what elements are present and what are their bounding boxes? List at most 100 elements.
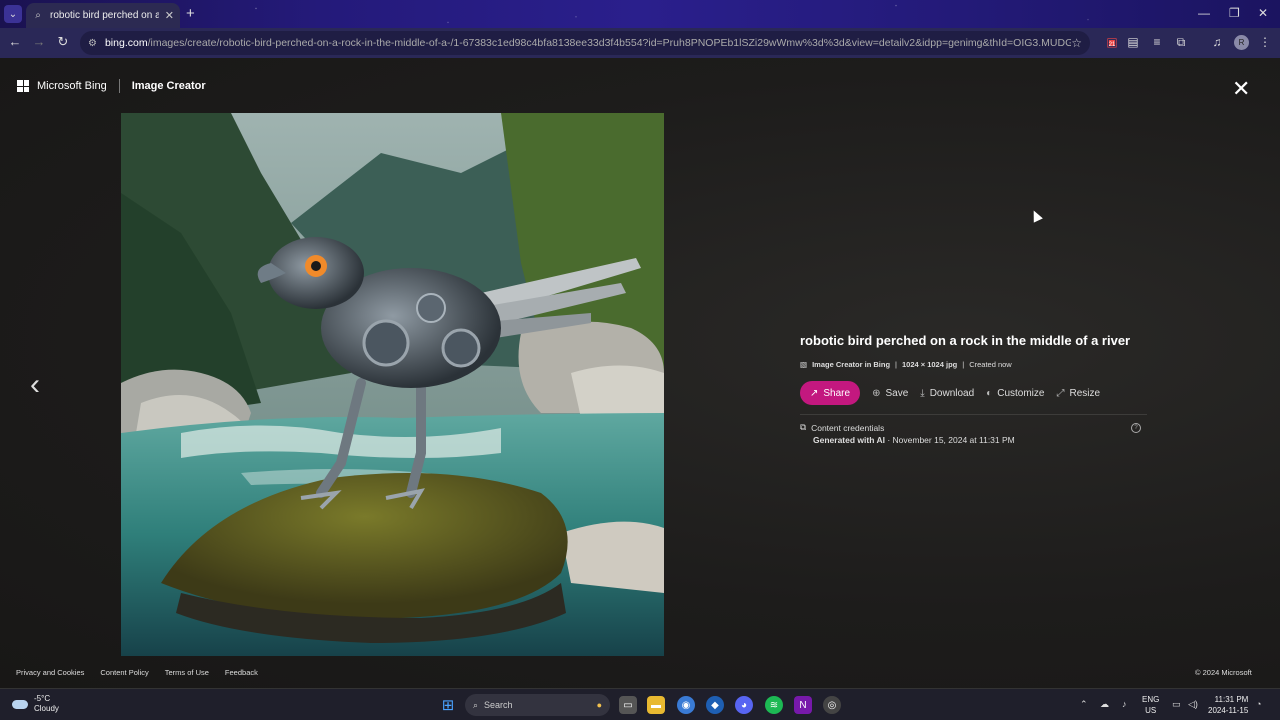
image-meta: ▧ Image Creator in Bing | 1024 × 1024 jp… bbox=[800, 360, 1147, 369]
onedrive-icon[interactable]: ☁ bbox=[1100, 699, 1109, 710]
meta-separator: | bbox=[895, 360, 897, 369]
media-icon[interactable]: ▤ bbox=[1125, 35, 1141, 49]
search-icon: ⌕ bbox=[35, 10, 41, 21]
footer-link-privacy[interactable]: Privacy and Cookies bbox=[16, 668, 84, 677]
notification-bell-icon[interactable]: ◔ bbox=[1256, 699, 1261, 709]
site-info-icon[interactable]: ⚙ bbox=[88, 38, 97, 49]
close-detail-icon[interactable]: ✕ bbox=[1232, 76, 1250, 102]
customize-button[interactable]: ◐ Customize bbox=[986, 388, 1044, 399]
browser-titlebar: ⌄ ⌕ robotic bird perched on a rock ✕ + —… bbox=[0, 0, 1280, 28]
maximize-button[interactable]: ❐ bbox=[1229, 6, 1240, 20]
spotify-icon[interactable]: ≋ bbox=[765, 696, 783, 714]
cloud-icon bbox=[12, 699, 28, 709]
help-question-icon[interactable]: ? bbox=[1131, 423, 1141, 433]
menu-kebab-icon[interactable]: ⋮ bbox=[1257, 35, 1273, 49]
credentials-icon: ⧉ bbox=[800, 422, 807, 432]
task-view-icon[interactable]: ▭ bbox=[619, 696, 637, 714]
search-highlight-icon: ● bbox=[596, 700, 602, 710]
weather-widget[interactable]: -5°C Cloudy bbox=[12, 694, 59, 714]
share-button[interactable]: ↗ Share bbox=[800, 381, 861, 405]
credentials-heading: Content credentials bbox=[811, 422, 885, 433]
brand-header: Microsoft Bing Image Creator bbox=[17, 79, 206, 93]
media-control-icon[interactable]: ♫ bbox=[1209, 35, 1225, 49]
resize-button[interactable]: ⤢ Resize bbox=[1056, 388, 1100, 399]
chrome-profile-icon[interactable]: ◎ bbox=[823, 696, 841, 714]
footer-link-terms[interactable]: Terms of Use bbox=[165, 668, 209, 677]
share-icon: ↗ bbox=[810, 387, 819, 399]
resize-label: Resize bbox=[1069, 387, 1101, 399]
mouse-cursor bbox=[1029, 208, 1043, 223]
tab-close-icon[interactable]: ✕ bbox=[165, 9, 174, 22]
product-name[interactable]: Image Creator bbox=[132, 80, 206, 92]
search-icon: ⌕ bbox=[473, 699, 479, 710]
download-label: Download bbox=[929, 387, 975, 399]
share-label: Share bbox=[823, 387, 851, 399]
system-clock[interactable]: 11:31 PM 2024-11-15 bbox=[1208, 694, 1248, 716]
language-indicator[interactable]: ENG US bbox=[1142, 694, 1159, 716]
microsoft-logo-icon bbox=[17, 80, 29, 92]
generated-image[interactable] bbox=[121, 113, 664, 656]
download-icon: ⤓ bbox=[920, 387, 925, 399]
action-bar: ↗ Share ⊕ Save ⤓ Download ◐ Customize ⤢ … bbox=[800, 381, 1147, 405]
volume-icon[interactable]: ◁) bbox=[1188, 699, 1198, 710]
image-detail-page: Microsoft Bing Image Creator ✕ ‹ robotic… bbox=[0, 58, 1280, 688]
onenote-icon[interactable]: N bbox=[794, 696, 812, 714]
reload-button[interactable]: ↻ bbox=[54, 34, 72, 50]
previous-image-chevron-icon[interactable]: ‹ bbox=[30, 368, 40, 402]
meta-size: 1024 × 1024 jpg bbox=[901, 360, 958, 369]
browser-tab[interactable]: ⌕ robotic bird perched on a rock ✕ bbox=[26, 3, 180, 28]
file-explorer-icon[interactable]: ▬ bbox=[647, 696, 665, 714]
chrome-icon[interactable]: ◉ bbox=[677, 696, 695, 714]
taskbar-search[interactable]: ⌕ Search ● bbox=[465, 694, 610, 716]
image-title: robotic bird perched on a rock in the mi… bbox=[800, 333, 1131, 348]
windows-start-icon[interactable]: ⊞ bbox=[439, 696, 457, 714]
details-divider bbox=[800, 414, 1147, 415]
image-details-panel: robotic bird perched on a rock in the mi… bbox=[800, 333, 1147, 445]
lang-top: ENG bbox=[1142, 695, 1160, 704]
tray-overflow-icon[interactable]: ⌃ bbox=[1080, 699, 1088, 710]
url-text[interactable]: bing.com/images/create/robotic-bird-perc… bbox=[105, 37, 1071, 49]
new-tab-button[interactable]: + bbox=[186, 5, 195, 22]
save-label: Save bbox=[885, 387, 909, 399]
url-host: bing.com bbox=[104, 37, 148, 49]
forward-button[interactable]: → bbox=[30, 34, 48, 49]
brand-name[interactable]: Microsoft Bing bbox=[37, 80, 107, 92]
clock-time: 11:31 PM bbox=[1214, 695, 1249, 704]
page-footer: Privacy and Cookies Content Policy Terms… bbox=[16, 668, 258, 677]
tab-search-button[interactable]: ⌄ bbox=[4, 5, 22, 23]
content-credentials: ⧉ Content credentials Generated with AI … bbox=[800, 422, 1147, 445]
discord-icon[interactable]: ◕ bbox=[735, 696, 753, 714]
weather-desc: Cloudy bbox=[34, 704, 59, 713]
generated-date: · November 15, 2024 at 11:31 PM bbox=[887, 435, 1015, 445]
meta-separator: | bbox=[962, 360, 965, 369]
network-icon[interactable]: ▭ bbox=[1172, 699, 1181, 710]
footer-link-feedback[interactable]: Feedback bbox=[225, 668, 258, 677]
save-icon: ⊕ bbox=[872, 387, 881, 399]
extension-badge: 21 bbox=[1108, 42, 1116, 48]
reading-list-icon[interactable]: ≡ bbox=[1149, 35, 1165, 49]
copyright-text: © 2024 Microsoft bbox=[1195, 668, 1252, 677]
tab-title: robotic bird perched on a rock bbox=[50, 10, 159, 21]
microphone-icon[interactable]: ♪ bbox=[1122, 699, 1127, 709]
chevron-down-icon: ⌄ bbox=[8, 8, 18, 20]
customize-label: Customize bbox=[997, 387, 1045, 399]
footer-link-content-policy[interactable]: Content Policy bbox=[100, 668, 148, 677]
download-button[interactable]: ⤓ Download bbox=[920, 388, 974, 399]
customize-icon: ◐ bbox=[986, 387, 993, 399]
meta-created: Created now bbox=[969, 360, 1012, 369]
weather-temp: -5°C bbox=[34, 694, 51, 703]
app-icon[interactable]: ◆ bbox=[706, 696, 724, 714]
profile-avatar[interactable]: R bbox=[1234, 35, 1249, 50]
bookmark-star-icon[interactable]: ☆ bbox=[1071, 36, 1082, 50]
meta-source: Image Creator in Bing bbox=[812, 360, 891, 369]
minimize-button[interactable]: — bbox=[1198, 6, 1210, 20]
browser-toolbar: ← → ↻ ⚙ bing.com/images/create/robotic-b… bbox=[0, 28, 1280, 58]
address-bar[interactable]: ⚙ bing.com/images/create/robotic-bird-pe… bbox=[80, 31, 1090, 55]
resize-icon: ⤢ bbox=[1056, 387, 1065, 399]
save-button[interactable]: ⊕ Save bbox=[872, 388, 908, 399]
back-button[interactable]: ← bbox=[6, 34, 24, 49]
extensions-puzzle-icon[interactable]: ⧉ bbox=[1173, 35, 1189, 50]
close-window-button[interactable]: ✕ bbox=[1258, 6, 1268, 20]
image-creator-icon: ▧ bbox=[800, 360, 808, 369]
lang-bottom: US bbox=[1145, 706, 1157, 715]
